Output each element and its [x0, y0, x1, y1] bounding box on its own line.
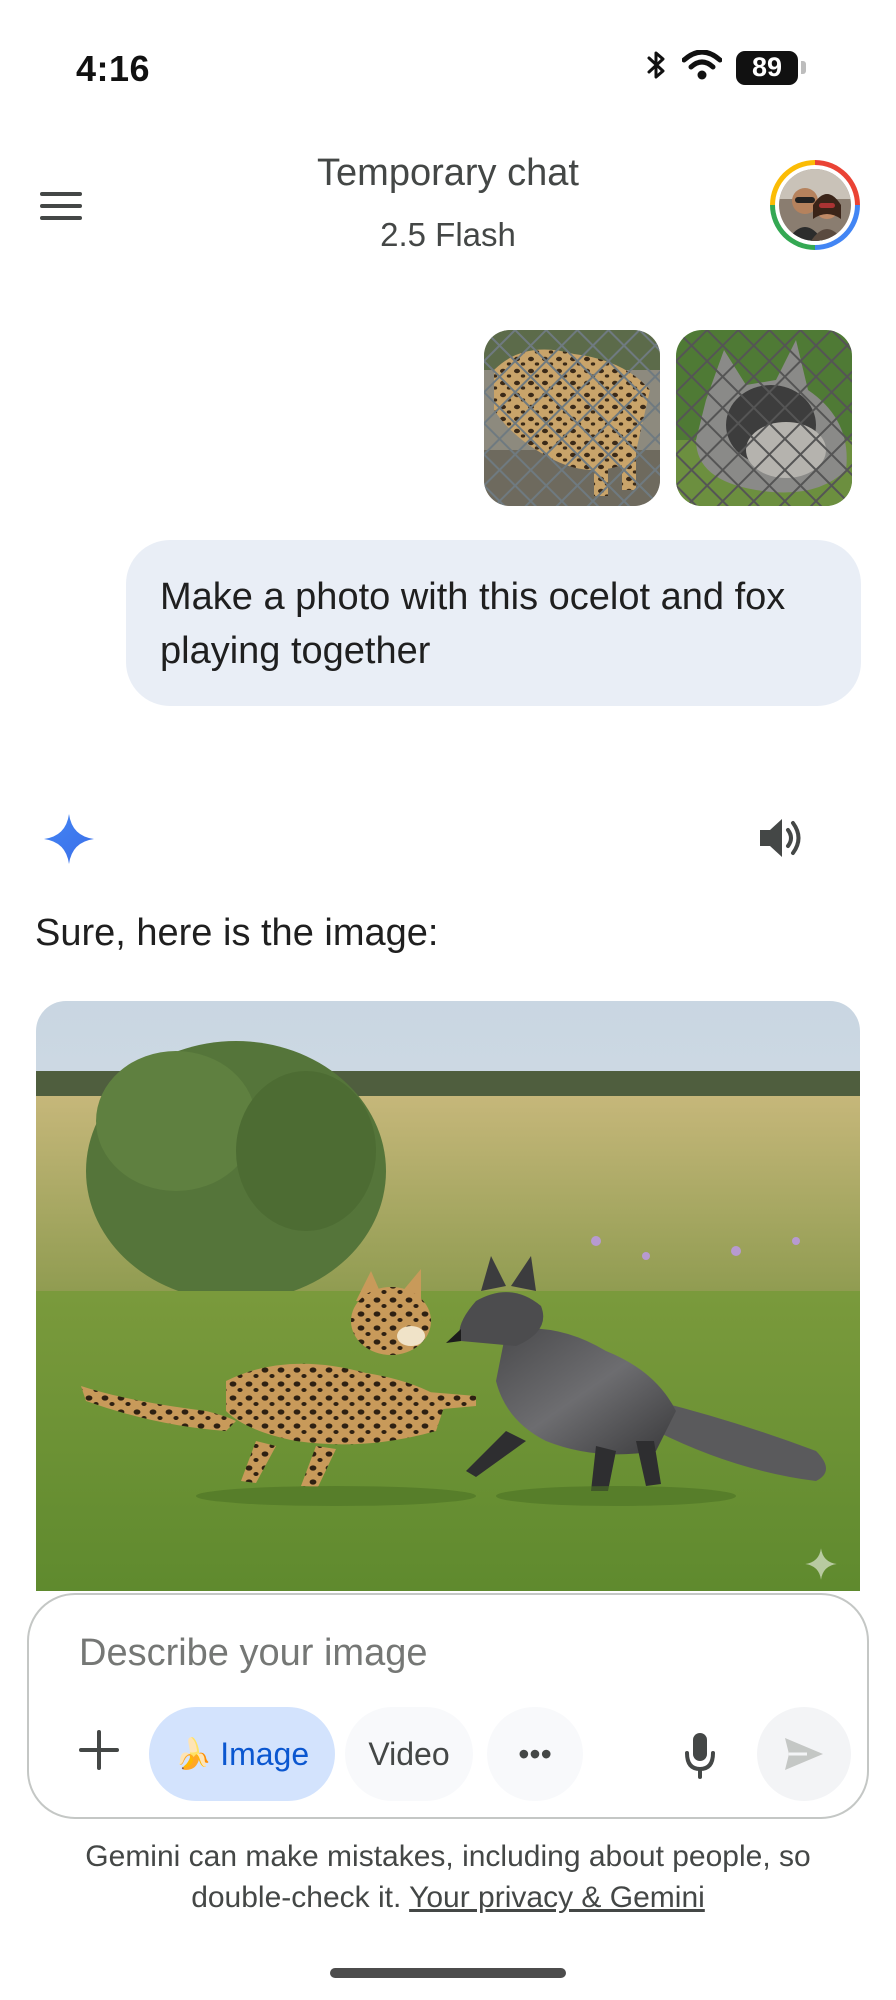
disclaimer: Gemini can make mistakes, including abou…: [40, 1836, 856, 1918]
bluetooth-icon: [646, 50, 668, 85]
status-icons: 89: [646, 49, 806, 85]
privacy-link[interactable]: Your privacy & Gemini: [409, 1881, 705, 1914]
response-text: Sure, here is the image:: [35, 912, 439, 954]
video-chip-label: Video: [368, 1735, 450, 1772]
avatar[interactable]: [770, 160, 860, 250]
user-message-bubble: Make a photo with this ocelot and fox pl…: [126, 540, 861, 706]
more-icon: •••: [518, 1735, 552, 1772]
mic-icon[interactable]: [665, 1715, 735, 1795]
send-icon[interactable]: [757, 1707, 851, 1801]
speaker-icon[interactable]: [756, 815, 806, 861]
attachment-ocelot[interactable]: [484, 330, 660, 506]
composer: 🍌 Image Video •••: [27, 1593, 869, 1819]
status-time: 4:16: [76, 48, 151, 89]
status-bar: 4:16 89: [0, 0, 896, 120]
plus-icon[interactable]: [64, 1715, 134, 1785]
home-indicator[interactable]: [330, 1968, 566, 1978]
battery-level: 89: [736, 50, 798, 85]
banana-icon: 🍌: [174, 1737, 213, 1771]
app-header: Temporary chat 2.5 Flash: [0, 140, 896, 270]
generated-image[interactable]: [36, 1001, 860, 1591]
video-mode-chip[interactable]: Video: [345, 1707, 473, 1801]
attachment-fox[interactable]: [676, 330, 852, 506]
image-chip-label: Image: [220, 1735, 310, 1772]
gemini-sparkle-icon: [42, 812, 96, 866]
avatar-photo: [779, 169, 851, 241]
ai-generated-watermark-icon: [804, 1547, 838, 1581]
battery-icon: 89: [736, 50, 806, 85]
more-options-button[interactable]: •••: [487, 1707, 583, 1801]
model-selector[interactable]: 2.5 Flash: [0, 216, 896, 254]
wifi-icon: [681, 49, 723, 85]
chat-title: Temporary chat: [317, 152, 579, 194]
prompt-input[interactable]: [79, 1623, 799, 1683]
image-mode-chip[interactable]: 🍌 Image: [149, 1707, 335, 1801]
